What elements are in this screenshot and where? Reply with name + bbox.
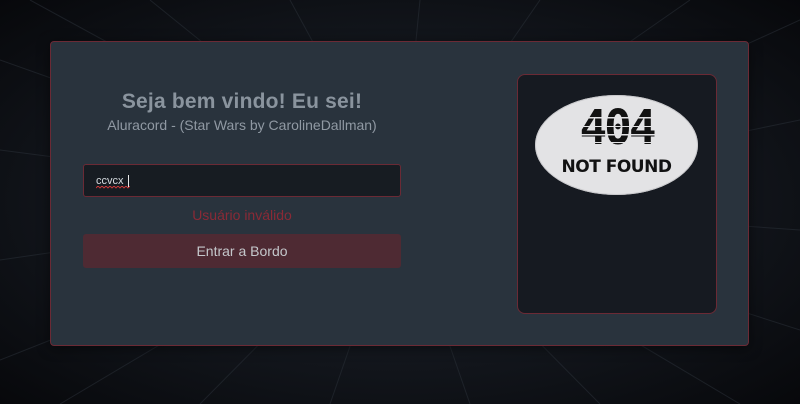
username-field-wrapper [83, 164, 401, 197]
spellcheck-underline [96, 186, 130, 189]
page-subtitle: Aluracord - (Star Wars by CarolineDallma… [107, 117, 377, 133]
avatar-image: 404 NOT FOUND [535, 95, 698, 195]
login-card: Seja bem vindo! Eu sei! Aluracord - (Sta… [50, 41, 749, 346]
profile-panel: 404 NOT FOUND [517, 74, 717, 314]
username-input[interactable] [83, 164, 401, 197]
submit-button[interactable]: Entrar a Bordo [83, 234, 401, 268]
glitch-lines [565, 117, 669, 143]
text-caret [128, 175, 129, 187]
login-form: Seja bem vindo! Eu sei! Aluracord - (Sta… [83, 88, 401, 268]
page-title: Seja bem vindo! Eu sei! [121, 90, 363, 113]
error-message: Usuário inválido [192, 207, 292, 223]
